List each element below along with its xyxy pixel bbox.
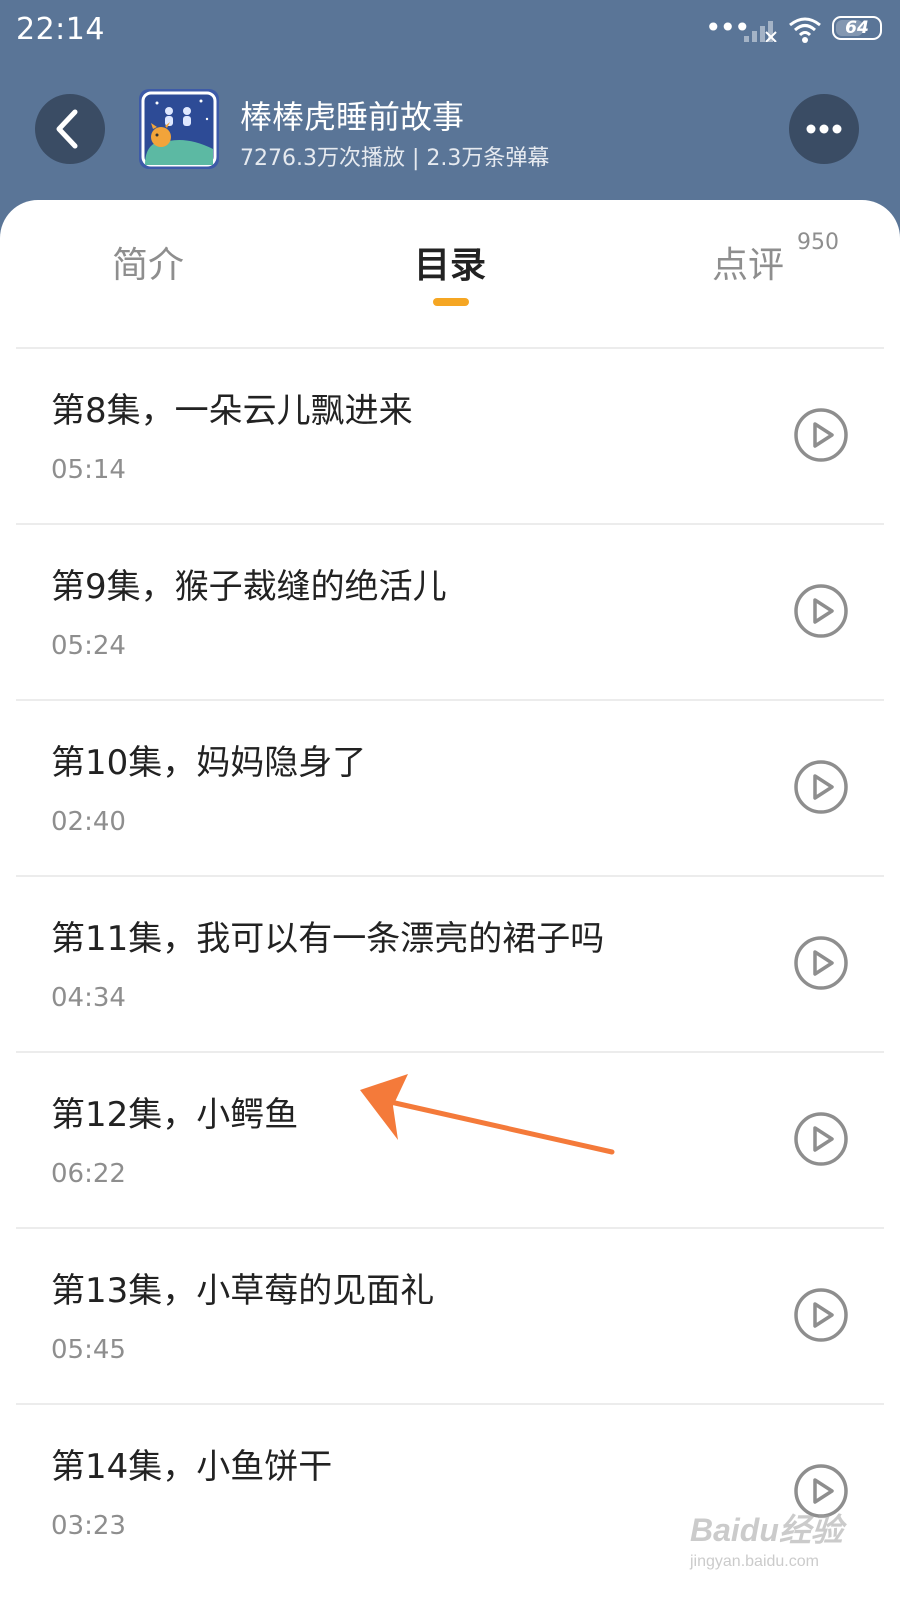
play-icon (794, 1288, 848, 1342)
tab-review[interactable]: 点评 (712, 236, 784, 288)
play-button[interactable] (793, 1287, 849, 1343)
episode-duration: 02:40 (51, 807, 126, 837)
episode-duration: 03:23 (51, 1511, 126, 1541)
episode-duration: 04:34 (51, 983, 126, 1013)
episode-row[interactable]: 第12集，小鳄鱼 06:22 (16, 1051, 884, 1227)
play-icon (794, 584, 848, 638)
play-icon (794, 936, 848, 990)
play-icon (794, 408, 848, 462)
play-icon (794, 1464, 848, 1518)
episode-title: 第8集，一朵云儿飘进来 (51, 391, 413, 431)
episode-title: 第12集，小鳄鱼 (51, 1095, 299, 1135)
back-arrow-icon (56, 109, 78, 149)
review-count-badge: 950 (797, 230, 839, 255)
play-icon (794, 1112, 848, 1166)
album-cover[interactable] (139, 89, 219, 169)
episode-duration: 05:45 (51, 1335, 126, 1365)
play-button[interactable] (793, 1111, 849, 1167)
episode-duration: 05:24 (51, 631, 126, 661)
battery-icon: 64 (832, 16, 882, 40)
signal-icon (744, 21, 777, 42)
episode-duration: 06:22 (51, 1159, 126, 1189)
episode-row[interactable]: 第10集，妈妈隐身了 02:40 (16, 699, 884, 875)
episode-duration: 05:14 (51, 455, 126, 485)
episode-row[interactable]: 第9集，猴子裁缝的绝活儿 05:24 (16, 523, 884, 699)
status-time: 22:14 (16, 12, 105, 47)
more-icon (806, 124, 842, 134)
battery-level: 64 (845, 18, 869, 38)
play-button[interactable] (793, 935, 849, 991)
tab-catalog[interactable]: 目录 (414, 236, 486, 288)
episode-title: 第14集，小鱼饼干 (51, 1447, 333, 1487)
play-button[interactable] (793, 1463, 849, 1519)
active-tab-indicator (433, 298, 469, 306)
play-button[interactable] (793, 759, 849, 815)
album-stats: 7276.3万次播放 | 2.3万条弹幕 (240, 146, 550, 171)
episode-title: 第9集，猴子裁缝的绝活儿 (51, 567, 447, 607)
episode-list: 第8集，一朵云儿飘进来 05:14 第9集，猴子裁缝的绝活儿 05:24 第10… (16, 347, 884, 1579)
play-icon (794, 760, 848, 814)
tab-bar: 简介 目录 点评 950 (0, 200, 900, 340)
episode-title: 第13集，小草莓的见面礼 (51, 1271, 435, 1311)
content-sheet: 简介 目录 点评 950 第8集，一朵云儿飘进来 05:14 第9集，猴子裁缝的… (0, 200, 900, 1600)
episode-row[interactable]: 第13集，小草莓的见面礼 05:45 (16, 1227, 884, 1403)
status-bar: 22:14 ••• 64 (0, 0, 900, 64)
episode-row[interactable]: 第14集，小鱼饼干 03:23 (16, 1403, 884, 1579)
album-cover-art (139, 89, 219, 169)
album-title: 棒棒虎睡前故事 (240, 98, 465, 136)
back-button[interactable] (35, 94, 105, 164)
more-button[interactable] (789, 94, 859, 164)
play-button[interactable] (793, 407, 849, 463)
episode-title: 第10集，妈妈隐身了 (51, 743, 367, 783)
wifi-icon (789, 17, 821, 43)
notification-dots-icon: ••• (705, 11, 751, 44)
episode-title: 第11集，我可以有一条漂亮的裙子吗 (51, 919, 605, 959)
tab-intro[interactable]: 简介 (112, 236, 184, 288)
play-button[interactable] (793, 583, 849, 639)
episode-row[interactable]: 第8集，一朵云儿飘进来 05:14 (16, 347, 884, 523)
episode-row[interactable]: 第11集，我可以有一条漂亮的裙子吗 04:34 (16, 875, 884, 1051)
